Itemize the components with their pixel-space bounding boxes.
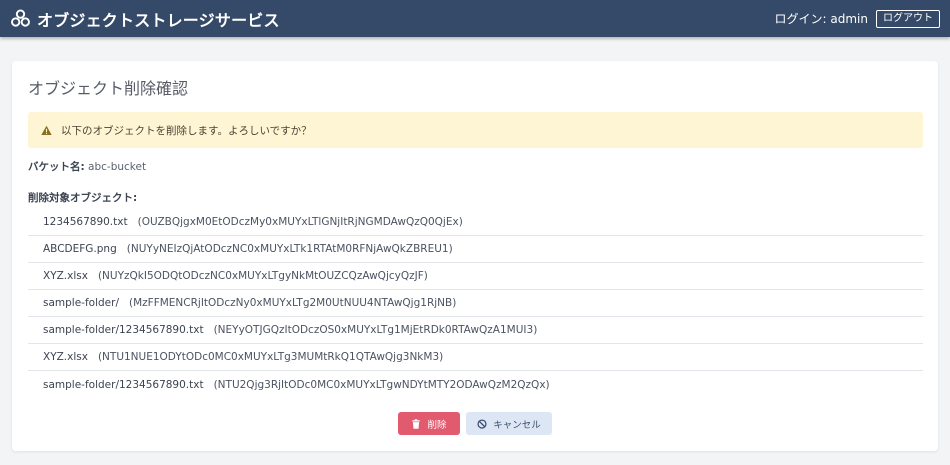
ban-icon bbox=[477, 418, 487, 429]
cancel-button[interactable]: キャンセル bbox=[466, 412, 552, 435]
object-id: (NEYyOTJGQzItODczOS0xMUYxLTg1MjEtRDk0RTA… bbox=[213, 324, 538, 336]
cancel-label: キャンセル bbox=[493, 419, 541, 431]
list-item: sample-folder/1234567890.txt (NEYyOTJGQz… bbox=[28, 317, 923, 344]
object-name: XYZ.xlsx bbox=[43, 270, 88, 282]
cubes-icon bbox=[11, 9, 30, 27]
bucket-label: バケット名: bbox=[28, 161, 85, 173]
warning-triangle-icon bbox=[41, 125, 52, 135]
object-name: sample-folder/1234567890.txt bbox=[43, 378, 204, 391]
trash-icon bbox=[412, 418, 421, 429]
top-navbar: オブジェクトストレージサービス ログイン: admin ログアウト bbox=[0, 0, 950, 37]
delete-button[interactable]: 削除 bbox=[398, 412, 460, 435]
list-item: 1234567890.txt (OUZBQjgxM0EtODczMy0xMUYx… bbox=[28, 209, 923, 236]
targets-label: 削除対象オブジェクト: bbox=[28, 192, 138, 204]
delete-confirm-card: オブジェクト削除確認 以下のオブジェクトを削除します。よろしいですか？ バケット… bbox=[12, 61, 938, 451]
object-list: 1234567890.txt (OUZBQjgxM0EtODczMy0xMUYx… bbox=[28, 209, 923, 398]
login-user-label: ログイン: admin bbox=[774, 12, 868, 26]
delete-label: 削除 bbox=[427, 419, 447, 431]
object-name: ABCDEFG.png bbox=[43, 243, 117, 255]
object-name: XYZ.xlsx bbox=[43, 351, 88, 363]
object-id: (NUYzQkI5ODQtODczNC0xMUYxLTgyNkMtOUZCQzA… bbox=[97, 270, 428, 282]
list-item: XYZ.xlsx (NUYzQkI5ODQtODczNC0xMUYxLTgyNk… bbox=[28, 263, 923, 290]
object-id: (NTU1NUE1ODYtODc0MC0xMUYxLTg3MUMtRkQ1QTA… bbox=[97, 351, 444, 363]
object-id: (NUYyNEIzQjAtODczNC0xMUYxLTk1RTAtM0RFNjA… bbox=[126, 243, 453, 255]
list-item: sample-folder/ (MzFFMENCRjItODczNy0xMUYx… bbox=[28, 290, 923, 317]
bucket-name: abc-bucket bbox=[88, 161, 147, 173]
action-buttons: 削除 キャンセル bbox=[398, 412, 552, 435]
page-title: オブジェクト削除確認 bbox=[28, 79, 189, 98]
object-name: 1234567890.txt bbox=[43, 216, 128, 228]
object-name: sample-folder/ bbox=[43, 297, 119, 309]
object-id: (OUZBQjgxM0EtODczMy0xMUYxLTlGNjItRjNGMDA… bbox=[137, 216, 463, 228]
list-item: XYZ.xlsx (NTU1NUE1ODYtODc0MC0xMUYxLTg3MU… bbox=[28, 344, 923, 371]
object-id: (MzFFMENCRjItODczNy0xMUYxLTg2M0UtNUU4NTA… bbox=[128, 297, 457, 309]
object-name: sample-folder/1234567890.txt bbox=[43, 324, 204, 336]
list-item: sample-folder/1234567890.txt (NTU2Qjg3Rj… bbox=[28, 371, 923, 398]
logout-button[interactable]: ログアウト bbox=[876, 9, 940, 28]
alert-message: 以下のオブジェクトを削除します。よろしいですか？ bbox=[61, 124, 312, 137]
bucket-info: バケット名: abc-bucket bbox=[28, 159, 146, 174]
app-title: オブジェクトストレージサービス bbox=[37, 10, 280, 30]
user-area: ログイン: admin ログアウト bbox=[774, 9, 940, 28]
brand[interactable]: オブジェクトストレージサービス bbox=[10, 7, 280, 31]
warning-alert: 以下のオブジェクトを削除します。よろしいですか？ bbox=[28, 112, 923, 148]
object-id: (NTU2Qjg3RjItODc0MC0xMUYxLTgwNDYtMTY2ODA… bbox=[213, 378, 550, 391]
list-item: ABCDEFG.png (NUYyNEIzQjAtODczNC0xMUYxLTk… bbox=[28, 236, 923, 263]
